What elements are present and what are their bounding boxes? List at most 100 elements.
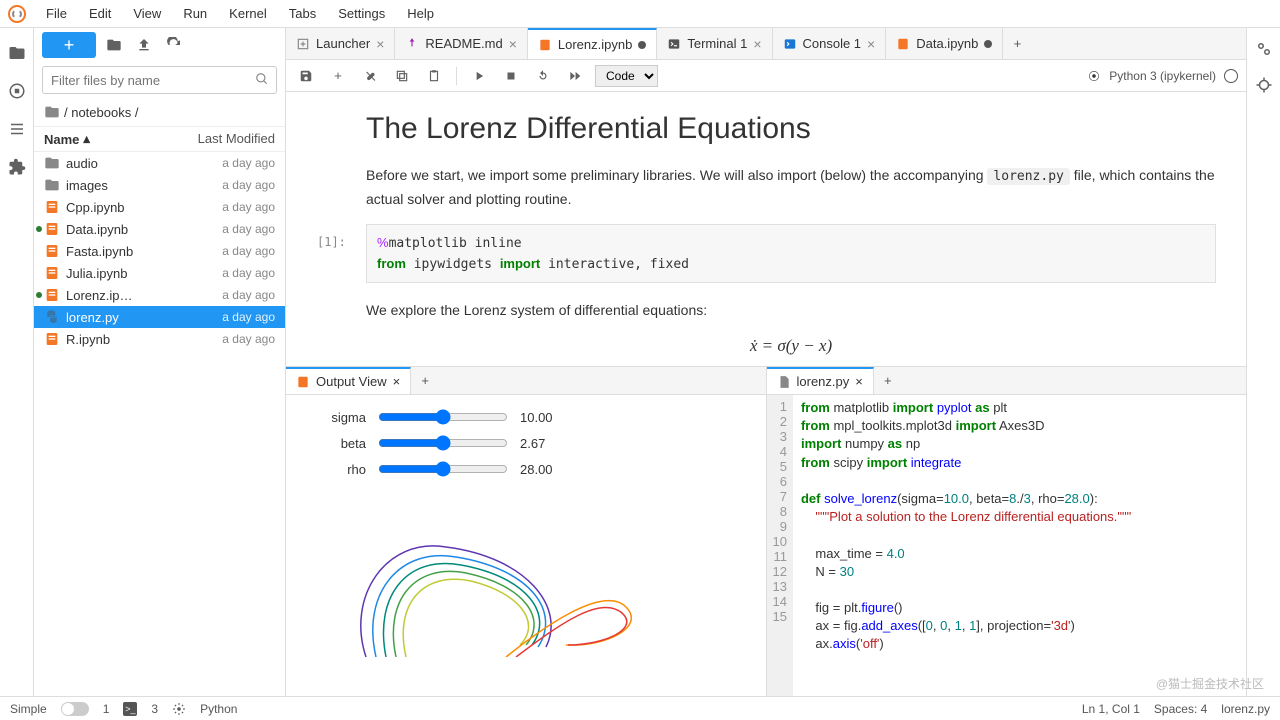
col-name[interactable]: Name <box>44 132 79 147</box>
file-item[interactable]: audioa day ago <box>34 152 285 174</box>
file-item[interactable]: imagesa day ago <box>34 174 285 196</box>
beta-slider[interactable] <box>378 435 508 451</box>
paste-button[interactable] <box>422 64 446 88</box>
tab-readme-md[interactable]: README.md × <box>395 28 527 59</box>
code-editor[interactable]: 123456789101112131415 from matplotlib im… <box>767 395 1247 696</box>
tab-terminal-1[interactable]: Terminal 1× <box>657 28 772 59</box>
close-icon[interactable]: × <box>855 374 863 389</box>
cursor-pos[interactable]: Ln 1, Col 1 <box>1082 702 1140 716</box>
tab-label: Launcher <box>316 36 370 51</box>
file-modified: a day ago <box>222 178 275 192</box>
notebook-toolbar: + Code Python 3 (ipykernel) <box>286 60 1246 92</box>
add-tab-button[interactable]: + <box>1003 28 1031 59</box>
menu-view[interactable]: View <box>123 2 171 25</box>
close-icon[interactable]: × <box>376 36 384 52</box>
debug-icon[interactable] <box>1255 76 1273 94</box>
insert-cell-button[interactable]: + <box>326 64 350 88</box>
file-item[interactable]: Lorenz.ip…a day ago <box>34 284 285 306</box>
intro-text: Before we start, we import some prelimin… <box>366 164 1216 210</box>
property-inspector-bar <box>1246 28 1280 696</box>
menu-edit[interactable]: Edit <box>79 2 121 25</box>
add-tab-button[interactable]: + <box>874 367 902 394</box>
gears-icon[interactable] <box>1255 40 1273 58</box>
upload-button[interactable] <box>132 33 156 57</box>
file-list: audioa day agoimagesa day agoCpp.ipynba … <box>34 152 285 696</box>
simple-toggle[interactable] <box>61 702 89 716</box>
slider-value: 2.67 <box>520 436 570 451</box>
editor-panel: lorenz.py × + 123456789101112131415 from… <box>767 366 1247 696</box>
run-button[interactable] <box>467 64 491 88</box>
restart-button[interactable] <box>531 64 555 88</box>
file-name: Lorenz.ip… <box>66 288 216 303</box>
menu-help[interactable]: Help <box>397 2 444 25</box>
stop-button[interactable] <box>499 64 523 88</box>
tab-lorenz-py[interactable]: lorenz.py × <box>767 367 874 394</box>
file-name: lorenz.py <box>66 310 216 325</box>
col-modified[interactable]: Last Modified <box>198 131 275 147</box>
file-item[interactable]: lorenz.py a day ago <box>34 306 285 328</box>
file-browser: + / notebooks / Name ▴ Last Modified aud… <box>34 28 286 696</box>
menu-kernel[interactable]: Kernel <box>219 2 277 25</box>
sigma-slider[interactable] <box>378 409 508 425</box>
inline-code: lorenz.py <box>987 168 1069 185</box>
tab-launcher[interactable]: Launcher × <box>286 28 395 59</box>
menu-file[interactable]: File <box>36 2 77 25</box>
kernel-indicator-icon[interactable] <box>1087 69 1101 83</box>
cell-type-select[interactable]: Code <box>595 65 658 87</box>
spaces-label[interactable]: Spaces: 4 <box>1154 702 1207 716</box>
file-item[interactable]: Cpp.ipynba day ago <box>34 196 285 218</box>
file-modified: a day ago <box>222 200 275 214</box>
file-item[interactable]: Fasta.ipynba day ago <box>34 240 285 262</box>
copy-button[interactable] <box>390 64 414 88</box>
toc-icon[interactable] <box>8 120 26 138</box>
folder-icon[interactable] <box>8 44 26 62</box>
file-name: audio <box>66 156 216 171</box>
tab-console-1[interactable]: Console 1× <box>773 28 887 59</box>
cut-button[interactable] <box>358 64 382 88</box>
close-icon[interactable]: × <box>393 374 401 389</box>
new-launcher-button[interactable]: + <box>42 32 96 58</box>
breadcrumb[interactable]: / notebooks / <box>34 98 285 126</box>
kernel-name[interactable]: Python 3 (ipykernel) <box>1109 69 1216 83</box>
file-name: Data.ipynb <box>66 222 216 237</box>
running-dot <box>36 292 42 298</box>
tab-lorenz-ipynb[interactable]: Lorenz.ipynb <box>528 28 657 59</box>
close-icon[interactable]: × <box>509 36 517 52</box>
file-item[interactable]: Data.ipynba day ago <box>34 218 285 240</box>
window-count: 1 <box>103 702 110 716</box>
rho-slider[interactable] <box>378 461 508 477</box>
close-icon[interactable]: × <box>867 36 875 52</box>
notebook-content[interactable]: The Lorenz Differential Equations Before… <box>286 92 1246 366</box>
slider-sigma: sigma10.00 <box>306 409 746 425</box>
tab-output-view[interactable]: Output View × <box>286 367 411 394</box>
status-bar: Simple 1 >_ 3 Python Ln 1, Col 1 Spaces:… <box>0 696 1280 720</box>
tab-label: README.md <box>425 36 502 51</box>
sort-asc-icon: ▴ <box>83 131 90 147</box>
output-view-content: sigma10.00beta2.67rho28.00 <box>286 395 766 696</box>
close-icon[interactable]: × <box>753 36 761 52</box>
menu-run[interactable]: Run <box>173 2 217 25</box>
language-label[interactable]: Python <box>200 702 237 716</box>
slider-value: 10.00 <box>520 410 570 425</box>
refresh-button[interactable] <box>162 33 186 57</box>
extensions-icon[interactable] <box>8 158 26 176</box>
new-folder-button[interactable] <box>102 33 126 57</box>
slider-label: beta <box>306 436 366 451</box>
filter-input[interactable] <box>42 66 277 94</box>
file-modified: a day ago <box>222 310 275 324</box>
settings-icon[interactable] <box>172 702 186 716</box>
tab-data-ipynb[interactable]: Data.ipynb <box>886 28 1003 59</box>
menu-settings[interactable]: Settings <box>328 2 395 25</box>
code-cell[interactable]: [1]: %matplotlib inline from ipywidgets … <box>366 224 1216 283</box>
add-tab-button[interactable]: + <box>411 367 439 394</box>
file-item[interactable]: R.ipynba day ago <box>34 328 285 350</box>
running-icon[interactable] <box>8 82 26 100</box>
dirty-indicator <box>984 40 992 48</box>
notebook-icon <box>296 375 310 389</box>
save-button[interactable] <box>294 64 318 88</box>
run-all-button[interactable] <box>563 64 587 88</box>
terminal-icon[interactable]: >_ <box>123 702 137 716</box>
menu-tabs[interactable]: Tabs <box>279 2 326 25</box>
file-modified: a day ago <box>222 332 275 346</box>
file-item[interactable]: Julia.ipynba day ago <box>34 262 285 284</box>
